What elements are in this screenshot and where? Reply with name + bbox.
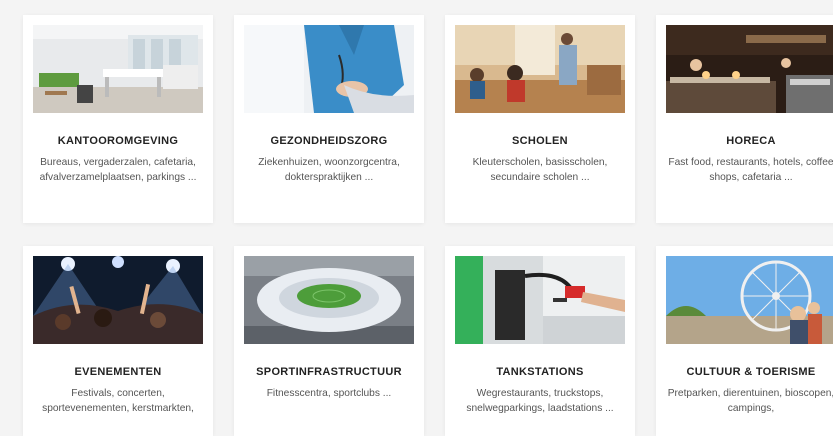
card-description: Fast food, restaurants, hotels, coffee s… bbox=[668, 157, 833, 183]
card-description: Festivals, concerten, sportevenementen, … bbox=[42, 388, 194, 414]
card-description: Bureaus, vergaderzalen, cafetaria, afval… bbox=[39, 157, 197, 183]
card-description: Fitnesscentra, sportclubs ... bbox=[266, 388, 392, 399]
healthcare-photo[interactable] bbox=[244, 25, 414, 113]
sector-card-scholen[interactable]: SCHOLEN Kleuterscholen, basisscholen, se… bbox=[445, 15, 635, 223]
concert-photo[interactable] bbox=[33, 256, 203, 344]
fuel-pump-photo[interactable] bbox=[455, 256, 625, 344]
office-photo[interactable] bbox=[33, 25, 203, 113]
card-title[interactable]: GEZONDHEIDSZORG bbox=[234, 135, 424, 147]
sector-card-horeca[interactable]: HORECA Fast food, restaurants, hotels, c… bbox=[656, 15, 833, 223]
sector-card-evenementen[interactable]: EVENEMENTEN Festivals, concerten, sporte… bbox=[23, 246, 213, 436]
sector-card-cultuur-toerisme[interactable]: CULTUUR & TOERISME Pretparken, dierentui… bbox=[656, 246, 833, 436]
sector-card-kantooromgeving[interactable]: KANTOOROMGEVING Bureaus, vergaderzalen, … bbox=[23, 15, 213, 223]
sector-card-sportinfrastructuur[interactable]: SPORTINFRASTRUCTUUR Fitnesscentra, sport… bbox=[234, 246, 424, 436]
sector-card-tankstations[interactable]: TANKSTATIONS Wegrestaurants, truckstops,… bbox=[445, 246, 635, 436]
card-title[interactable]: EVENEMENTEN bbox=[23, 366, 213, 378]
card-description: Pretparken, dierentuinen, bioscopen, cam… bbox=[667, 388, 833, 414]
sector-card-gezondheidszorg[interactable]: GEZONDHEIDSZORG Ziekenhuizen, woonzorgce… bbox=[234, 15, 424, 223]
card-title[interactable]: KANTOOROMGEVING bbox=[23, 135, 213, 147]
card-title[interactable]: CULTUUR & TOERISME bbox=[656, 366, 833, 378]
card-title[interactable]: TANKSTATIONS bbox=[445, 366, 635, 378]
card-description: Wegrestaurants, truckstops, snelwegparki… bbox=[466, 388, 614, 414]
ferris-wheel-photo[interactable] bbox=[666, 256, 833, 344]
card-title[interactable]: HORECA bbox=[656, 135, 833, 147]
card-title[interactable]: SPORTINFRASTRUCTUUR bbox=[234, 366, 424, 378]
restaurant-photo[interactable] bbox=[666, 25, 833, 113]
stadium-photo[interactable] bbox=[244, 256, 414, 344]
school-photo[interactable] bbox=[455, 25, 625, 113]
card-description: Kleuterscholen, basisscholen, secundaire… bbox=[472, 157, 608, 183]
card-title[interactable]: SCHOLEN bbox=[445, 135, 635, 147]
card-description: Ziekenhuizen, woonzorgcentra, dokterspra… bbox=[258, 157, 400, 183]
